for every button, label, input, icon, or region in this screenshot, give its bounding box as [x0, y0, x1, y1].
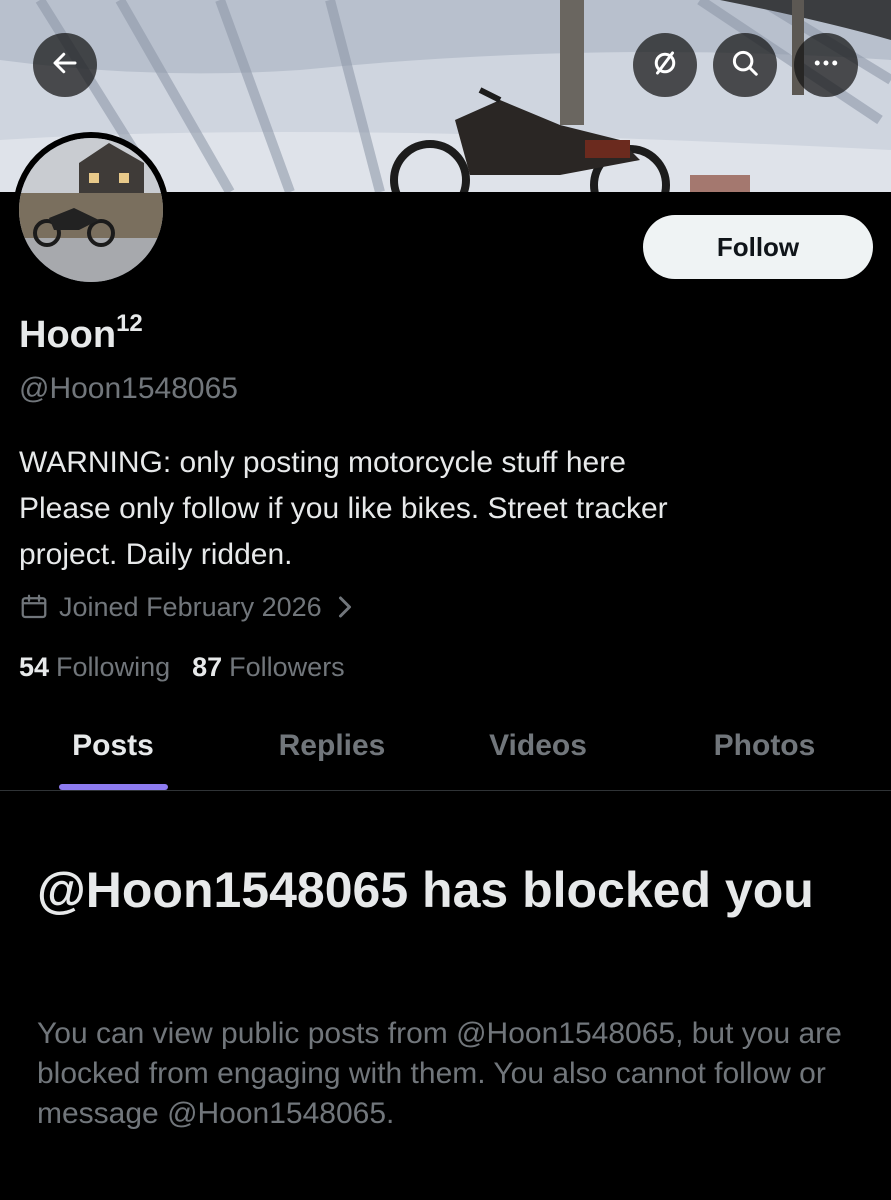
chevron-right-icon — [336, 595, 354, 619]
arrow-left-icon — [50, 48, 80, 83]
followers-label: Followers — [229, 652, 345, 682]
bio-line: project. Daily ridden. — [19, 538, 293, 571]
display-name-text: Hoon — [19, 314, 117, 356]
tab-photos[interactable]: Photos — [638, 700, 891, 791]
calendar-icon — [19, 592, 49, 622]
follow-button[interactable]: Follow — [643, 215, 873, 279]
circle-slash-icon — [650, 48, 680, 83]
bio-line: Please only follow if you like bikes. St… — [19, 492, 668, 525]
following-count: 54 — [19, 652, 50, 682]
joined-text: Joined February 2026 — [59, 591, 322, 622]
display-name-superscript: 12 — [116, 310, 143, 337]
following-link[interactable]: 54 Following — [19, 652, 170, 683]
active-tab-indicator — [59, 784, 168, 790]
avatar[interactable] — [13, 132, 169, 288]
tab-videos[interactable]: Videos — [438, 700, 638, 791]
circle-slash-button[interactable] — [633, 33, 697, 97]
blocked-description: You can view public posts from @Hoon1548… — [37, 1017, 842, 1130]
more-horizontal-icon — [811, 48, 841, 83]
tab-replies[interactable]: Replies — [226, 700, 438, 791]
joined-date[interactable]: Joined February 2026 — [19, 590, 354, 624]
profile-stats: 54 Following 87 Followers — [19, 652, 345, 683]
more-button[interactable] — [794, 33, 858, 97]
profile-tabs: Posts Replies Videos Photos — [0, 700, 891, 791]
search-button[interactable] — [713, 33, 777, 97]
profile-bio: WARNING: only posting motorcycle stuff h… — [19, 440, 869, 578]
bio-line: WARNING: only posting motorcycle stuff h… — [19, 446, 626, 479]
display-name: Hoon12 — [19, 310, 143, 357]
blocked-title: @Hoon1548065 has blocked you — [37, 862, 814, 918]
followers-link[interactable]: 87 Followers — [192, 652, 345, 683]
tab-posts[interactable]: Posts — [0, 700, 226, 791]
avatar-image — [19, 138, 163, 282]
followers-count: 87 — [192, 652, 223, 682]
back-button[interactable] — [33, 33, 97, 97]
search-icon — [730, 48, 760, 83]
following-label: Following — [56, 652, 171, 682]
profile-handle: @Hoon1548065 — [19, 372, 238, 405]
